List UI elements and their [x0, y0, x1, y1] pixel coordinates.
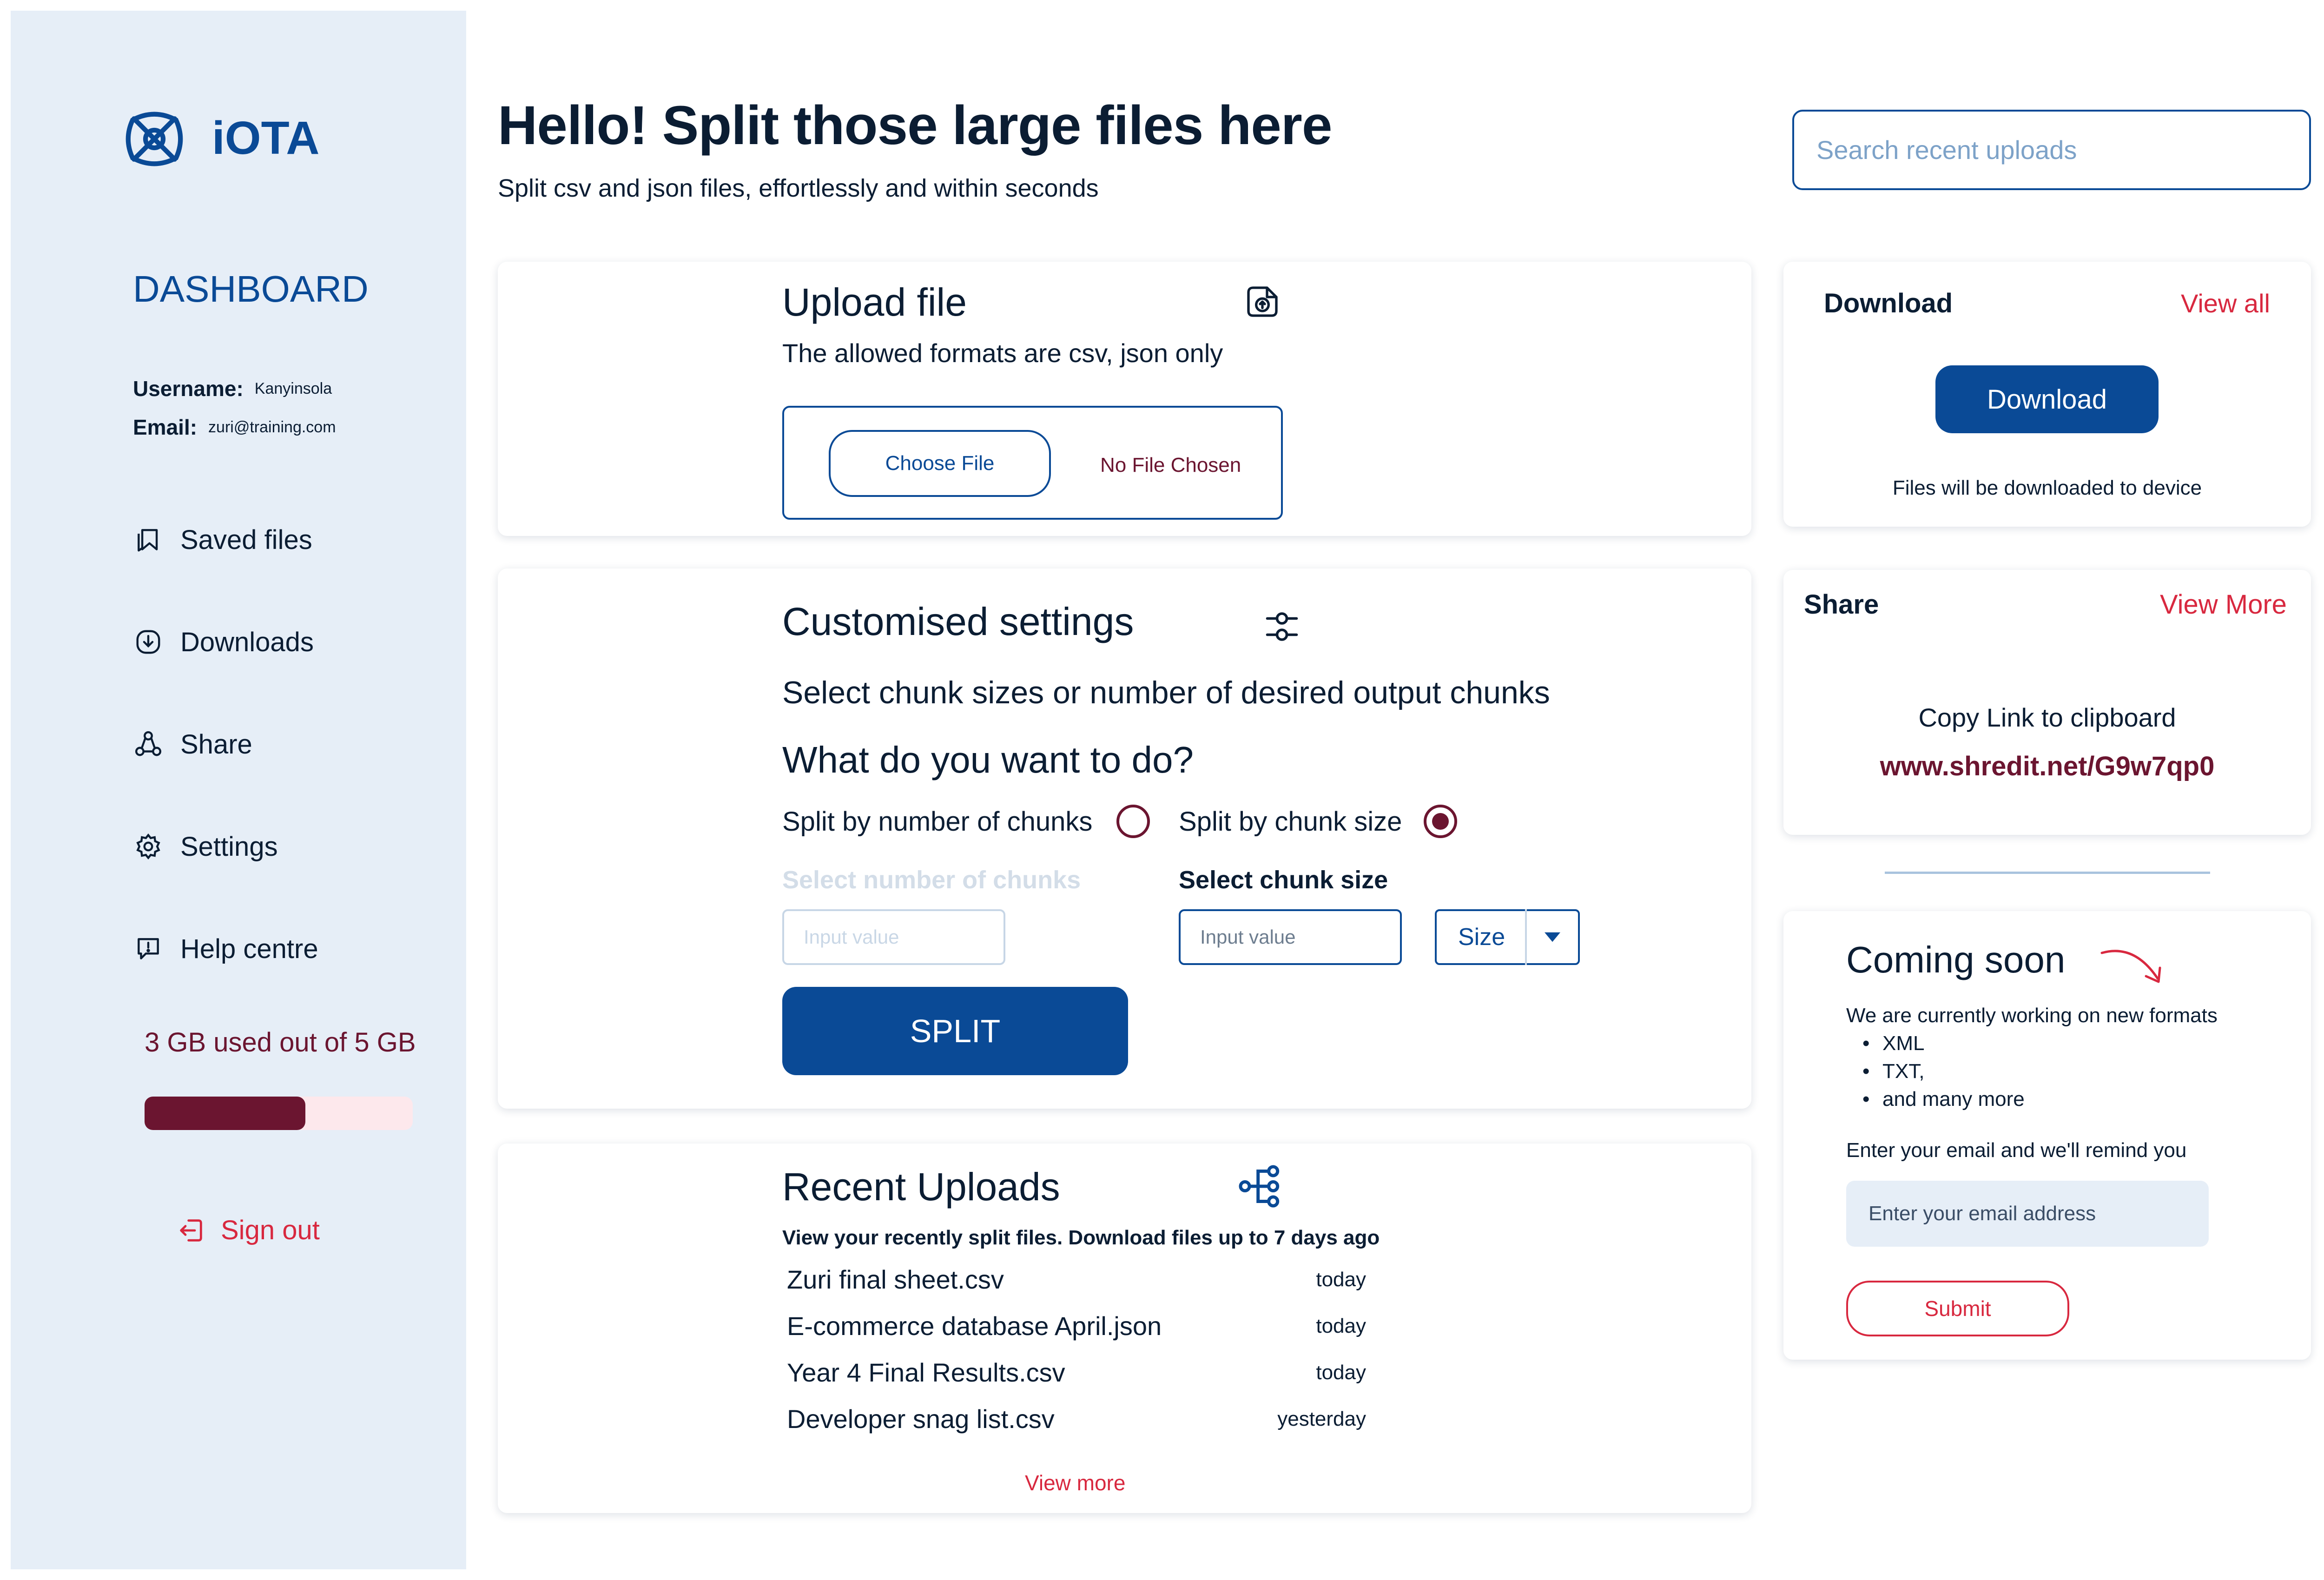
format-list-item: • XML [1862, 1030, 1924, 1058]
split-button[interactable]: SPLIT [782, 987, 1128, 1075]
radio-split-by-size[interactable] [1424, 805, 1457, 838]
sign-out-label: Sign out [221, 1215, 320, 1245]
coming-soon-card: Coming soon We are currently working on … [1783, 911, 2311, 1360]
remind-text: Enter your email and we'll remind you [1846, 1139, 2187, 1162]
sidebar-item-share[interactable]: Share [134, 719, 252, 770]
user-email: Email: zuri@training.com [133, 413, 336, 441]
iota-logo-icon [120, 105, 188, 173]
email-value: zuri@training.com [208, 418, 336, 436]
option-chunks-label: Split by number of chunks [782, 807, 1093, 837]
upload-subtitle: The allowed formats are csv, json only [782, 338, 1223, 368]
file-date: today [1316, 1268, 1366, 1291]
download-icon [134, 628, 163, 656]
flow-share-icon [1236, 1162, 1284, 1210]
page-subtitle: Split csv and json files, effortlessly a… [498, 174, 1099, 202]
recent-title: Recent Uploads [782, 1165, 1060, 1209]
bookmark-icon [134, 525, 163, 554]
settings-subtitle: Select chunk sizes or number of desired … [782, 675, 1550, 710]
download-card: Download View all Download Files will be… [1783, 262, 2311, 527]
format-list-item: • TXT, [1862, 1058, 1924, 1085]
settings-question: What do you want to do? [782, 739, 1194, 780]
chunks-field-label: Select number of chunks [782, 866, 1081, 894]
share-title: Share [1804, 589, 1879, 620]
divider [1885, 872, 2210, 874]
file-name: Developer snag list.csv [787, 1404, 1055, 1434]
help-icon [134, 934, 163, 963]
upload-file-icon [1244, 283, 1281, 320]
recent-subtitle: View your recently split files. Download… [782, 1226, 1380, 1249]
chunk-size-input[interactable] [1179, 909, 1402, 965]
email-field[interactable] [1846, 1181, 2209, 1247]
file-name: Zuri final sheet.csv [787, 1265, 1004, 1294]
page-title: Hello! Split those large files here [498, 95, 1332, 156]
size-unit-select[interactable]: Size [1435, 909, 1580, 965]
download-view-all-link[interactable]: View all [2181, 285, 2270, 322]
share-view-more-link[interactable]: View More [2160, 586, 2287, 623]
sign-out-icon [176, 1216, 206, 1245]
copy-link-label[interactable]: Copy Link to clipboard [1783, 701, 2311, 734]
sign-out-button[interactable]: Sign out [176, 1215, 320, 1246]
sidebar-item-label: Help centre [180, 933, 318, 964]
brand-name: iOTA [212, 112, 320, 164]
sidebar-item-downloads[interactable]: Downloads [134, 616, 314, 668]
no-file-chosen-text: No File Chosen [1100, 454, 1241, 476]
chunks-number-input[interactable] [782, 909, 1005, 965]
username-value: Kanyinsola [254, 380, 332, 397]
option-size-label: Split by chunk size [1179, 807, 1402, 837]
upload-title: Upload file [782, 280, 967, 324]
curved-arrow-icon [2097, 939, 2167, 990]
file-name: Year 4 Final Results.csv [787, 1358, 1065, 1387]
bullet: • [1862, 1032, 1870, 1055]
download-button[interactable]: Download [1935, 365, 2159, 433]
settings-card: Customised settings Select chunk sizes o… [498, 569, 1751, 1109]
coming-soon-intro: We are currently working on new formats [1846, 1004, 2218, 1027]
sidebar-item-saved-files[interactable]: Saved files [134, 514, 312, 565]
email-label: Email: [133, 415, 198, 439]
file-name: E-commerce database April.json [787, 1311, 1162, 1341]
settings-title: Customised settings [782, 600, 1134, 643]
format-name: and many more [1882, 1088, 2025, 1111]
share-icon [134, 730, 163, 759]
format-name: XML [1882, 1032, 1925, 1055]
recent-uploads-card: Recent Uploads View your recently split … [498, 1144, 1751, 1513]
sidebar-item-label: Share [180, 729, 252, 760]
format-list-item: • and many more [1862, 1085, 2025, 1113]
submit-button[interactable]: Submit [1846, 1281, 2069, 1336]
share-link[interactable]: www.shredit.net/G9w7qp0 [1783, 748, 2311, 785]
coming-soon-title: Coming soon [1846, 939, 2066, 980]
upload-card: Upload file The allowed formats are csv,… [498, 262, 1751, 536]
size-select-value: Size [1458, 924, 1505, 951]
storage-progress-bar [145, 1097, 413, 1130]
gear-icon [134, 832, 163, 861]
file-date: yesterday [1277, 1408, 1366, 1430]
choose-file-button[interactable]: Choose File [829, 430, 1051, 497]
sidebar-item-help-centre[interactable]: Help centre [134, 923, 318, 974]
username-label: Username: [133, 377, 244, 401]
sliders-icon [1262, 607, 1301, 646]
sidebar-item-label: Downloads [180, 627, 314, 657]
search-input[interactable] [1792, 110, 2311, 190]
share-card: Share View More Copy Link to clipboard w… [1783, 570, 2311, 835]
sidebar-item-label: Settings [180, 831, 278, 862]
radio-split-by-chunks[interactable] [1116, 805, 1150, 838]
storage-usage-text: 3 GB used out of 5 GB [145, 1027, 416, 1058]
sidebar-item-label: Saved files [180, 524, 312, 555]
dashboard-title: DASHBOARD [133, 268, 369, 310]
size-field-label: Select chunk size [1179, 866, 1388, 894]
file-date: today [1316, 1315, 1366, 1337]
recent-view-more-link[interactable]: View more [1025, 1469, 1125, 1497]
bullet: • [1862, 1088, 1870, 1111]
file-date: today [1316, 1361, 1366, 1384]
download-note: Files will be downloaded to device [1892, 476, 2202, 499]
user-username: Username: Kanyinsola [133, 375, 332, 403]
bullet: • [1862, 1060, 1870, 1083]
format-name: TXT, [1882, 1060, 1925, 1083]
sidebar-item-settings[interactable]: Settings [134, 821, 278, 872]
chevron-down-icon [1527, 932, 1578, 942]
sidebar: iOTA DASHBOARD Username: Kanyinsola Emai… [11, 11, 466, 1569]
download-title: Download [1824, 288, 1953, 318]
storage-progress-fill [145, 1097, 306, 1130]
file-picker: Choose File No File Chosen [782, 406, 1283, 520]
